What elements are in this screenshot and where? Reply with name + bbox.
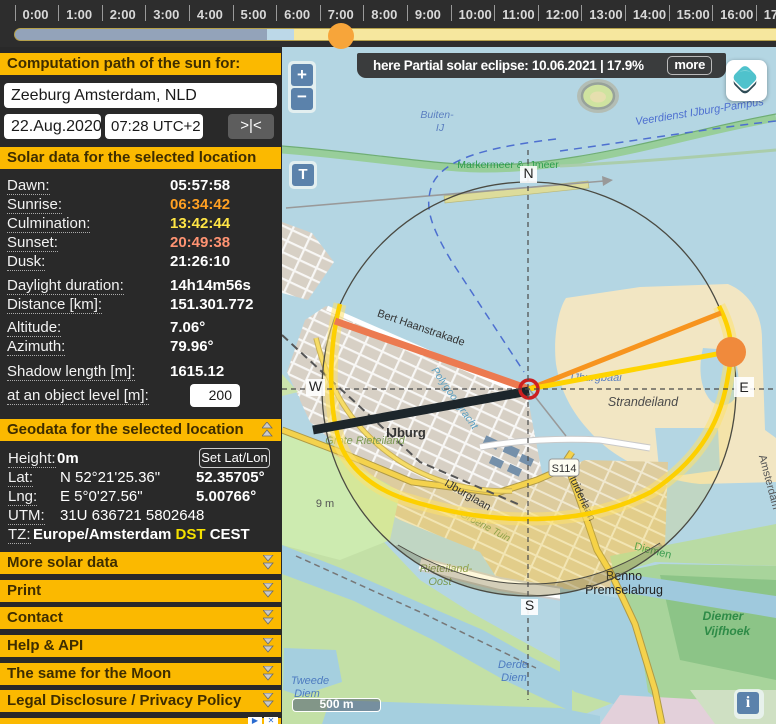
svg-text:Tweede: Tweede [291,675,329,687]
svg-text:Strandeiland: Strandeiland [608,395,679,409]
svg-text:S114: S114 [552,463,577,475]
svg-text:Vijfhoek: Vijfhoek [704,624,752,638]
svg-text:E: E [739,379,748,395]
svg-text:Diem: Diem [501,672,527,684]
svg-text:Derde: Derde [498,659,528,671]
svg-text:S: S [525,597,534,613]
svg-text:W: W [309,378,323,394]
svg-text:Buiten-: Buiten- [420,109,454,121]
svg-text:N: N [523,165,533,181]
svg-text:9 m: 9 m [316,498,334,510]
svg-text:IJ: IJ [436,122,445,134]
svg-text:Diemer: Diemer [703,609,745,623]
svg-text:Markermeer & IJmeer: Markermeer & IJmeer [457,159,559,171]
